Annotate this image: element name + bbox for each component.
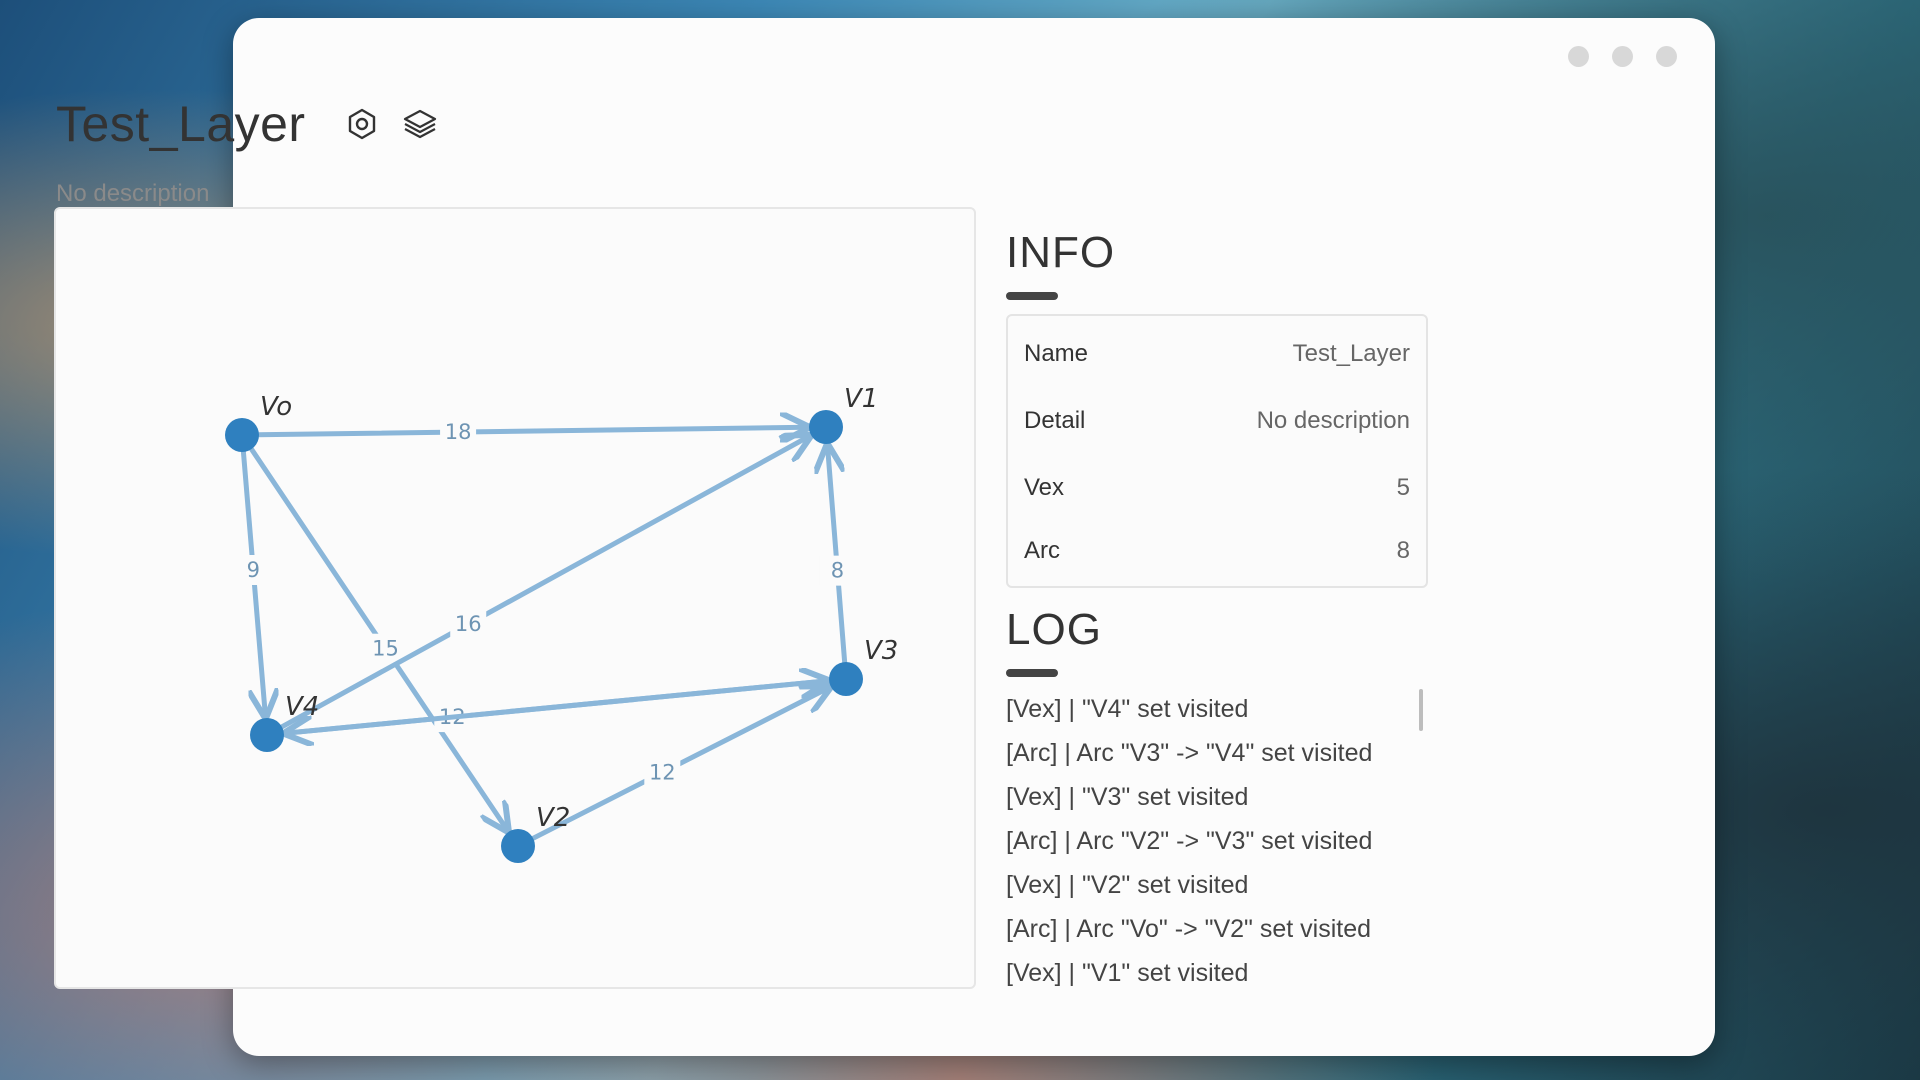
window-control-dot[interactable]	[1612, 46, 1633, 67]
graph-edge[interactable]	[277, 436, 809, 731]
edge-weight-label: 8	[831, 559, 844, 583]
edge-weight-label: 16	[455, 612, 482, 636]
info-row-name: Name Test_Layer	[1024, 334, 1410, 374]
log-title: LOG	[1006, 605, 1102, 654]
graph-node[interactable]	[809, 410, 843, 444]
info-row-detail: Detail No description	[1024, 401, 1410, 441]
graph-svg: 189151681212VoV1V2V3V4	[225, 384, 898, 863]
log-entry: [Vex] | "V3" set visited	[1006, 783, 1249, 811]
graph-canvas[interactable]: 189151681212VoV1V2V3V4	[54, 207, 976, 989]
info-row-arc: Arc 8	[1024, 531, 1410, 571]
graph-node-label: V4	[285, 692, 319, 722]
graph-node[interactable]	[501, 829, 535, 863]
info-row-vex: Vex 5	[1024, 468, 1410, 508]
log-entry: [Arc] | Arc "V2" -> "V3" set visited	[1006, 827, 1373, 855]
page-description: No description	[56, 180, 210, 207]
graph-node-label: Vo	[260, 392, 292, 422]
graph-node-label: V2	[536, 803, 570, 833]
graph-node-label: V3	[864, 636, 898, 666]
info-value: 8	[1396, 537, 1410, 564]
graph-edge[interactable]	[279, 681, 827, 737]
graph-node[interactable]	[250, 718, 284, 752]
info-value: 5	[1396, 474, 1410, 501]
graph-node-label: V1	[844, 384, 878, 414]
log-entry: [Vex] | "V1" set visited	[1006, 959, 1249, 987]
info-value: No description	[1256, 407, 1410, 434]
page-title: Test_Layer	[56, 96, 306, 152]
graph-node[interactable]	[225, 418, 259, 452]
log-scrollbar[interactable]	[1419, 689, 1423, 731]
log-underline	[1006, 669, 1058, 677]
log-entry: [Arc] | Arc "Vo" -> "V2" set visited	[1006, 915, 1372, 943]
edge-weight-label: 18	[445, 420, 472, 444]
info-key: Vex	[1024, 474, 1065, 501]
log-entry: [Vex] | "V4" set visited	[1006, 695, 1249, 723]
info-key: Arc	[1024, 537, 1060, 564]
header: Test_Layer	[56, 95, 440, 153]
info-panel: Name Test_Layer Detail No description Ve…	[1006, 314, 1428, 588]
window-control-dot[interactable]	[1568, 46, 1589, 67]
settings-icon[interactable]	[342, 104, 382, 144]
info-key: Name	[1024, 340, 1089, 367]
window-controls	[1568, 46, 1677, 67]
info-key: Detail	[1024, 407, 1086, 434]
layers-icon[interactable]	[400, 104, 440, 144]
graph-edge[interactable]	[254, 427, 807, 435]
edge-weight-label: 15	[372, 637, 399, 661]
log-entry: [Vex] | "V2" set visited	[1006, 871, 1249, 899]
window-control-dot[interactable]	[1656, 46, 1677, 67]
info-title: INFO	[1006, 228, 1116, 277]
log-list[interactable]: [Vex] | "V4" set visited [Arc] | Arc "V3…	[1006, 687, 1416, 995]
info-underline	[1006, 292, 1058, 300]
graph-node[interactable]	[829, 662, 863, 696]
edge-weight-label: 12	[649, 761, 676, 785]
log-entry: [Arc] | Arc "V3" -> "V4" set visited	[1006, 739, 1373, 767]
edge-weight-label: 9	[247, 558, 260, 582]
graph-edge[interactable]	[828, 446, 848, 667]
info-value: Test_Layer	[1292, 340, 1410, 367]
